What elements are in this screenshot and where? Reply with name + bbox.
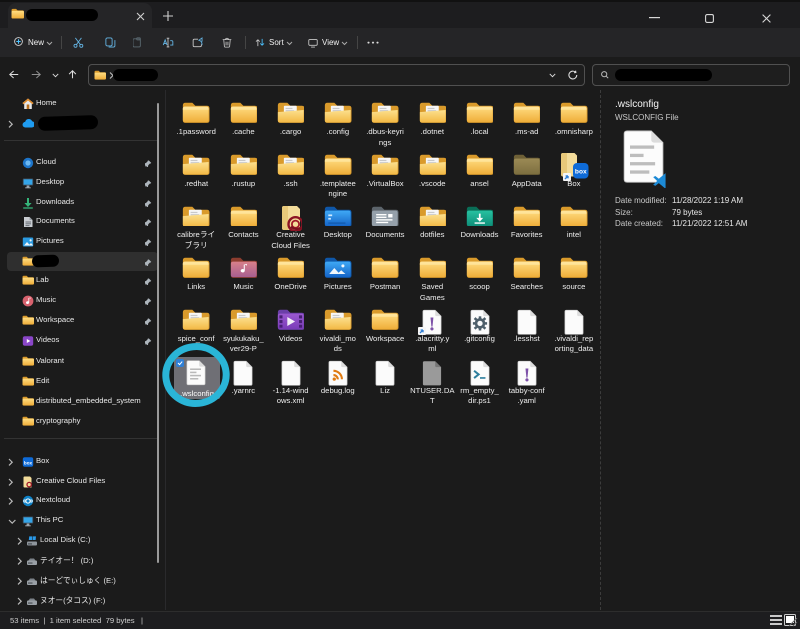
svg-text:box: box [24,460,33,465]
